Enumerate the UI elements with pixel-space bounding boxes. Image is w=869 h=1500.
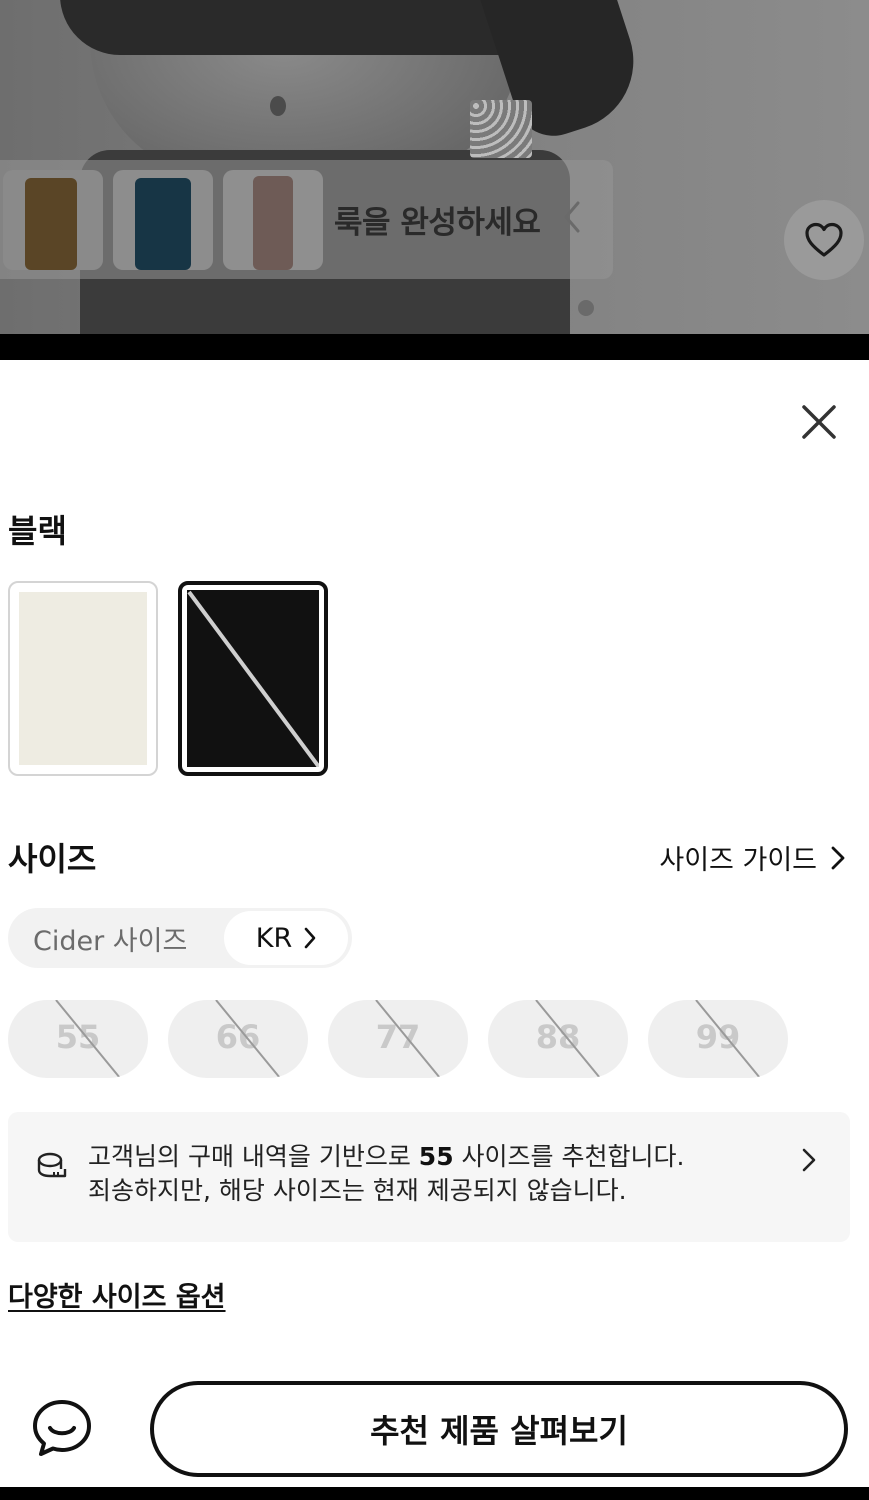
photo-studded-belt <box>470 100 532 158</box>
carousel-dot <box>578 300 594 316</box>
size-system-toggle[interactable]: Cider 사이즈 KR <box>8 908 352 968</box>
chat-button[interactable] <box>30 1396 94 1460</box>
size-chip-66[interactable]: 66 <box>168 1000 308 1078</box>
look-strip-title: 룩을 완성하세요 <box>334 205 541 241</box>
chat-icon <box>33 1400 91 1456</box>
rec-suffix: 사이즈를 추천합니다. <box>453 1142 685 1171</box>
size-section-title: 사이즈 <box>8 840 97 878</box>
chevron-left-icon[interactable] <box>562 200 582 240</box>
swatch-fill <box>19 592 147 765</box>
skirt-image <box>253 175 293 270</box>
swatch-fill <box>187 590 319 767</box>
recommended-size: 55 <box>418 1142 454 1171</box>
favorite-button[interactable] <box>784 200 864 280</box>
color-swatch-black[interactable] <box>178 581 328 776</box>
size-chip-99[interactable]: 99 <box>648 1000 788 1078</box>
size-guide-label: 사이즈 가이드 <box>659 845 817 876</box>
heart-icon <box>805 222 843 257</box>
color-swatch-ivory[interactable] <box>8 581 158 776</box>
chevron-right-icon <box>304 927 316 949</box>
product-photo[interactable]: 룩을 완성하세요 <box>0 0 869 334</box>
size-chip-55[interactable]: 55 <box>8 1000 148 1078</box>
pants-image <box>25 177 77 270</box>
unavailable-slash <box>695 1000 761 1078</box>
complete-the-look-strip[interactable]: 룩을 완성하세요 <box>0 160 613 279</box>
unavailable-slash <box>535 1000 601 1078</box>
size-chip-77[interactable]: 77 <box>328 1000 468 1078</box>
unavailable-slash <box>55 1000 121 1078</box>
size-system-value: KR <box>255 922 293 954</box>
close-icon <box>802 405 836 439</box>
unavailable-slash <box>375 1000 441 1078</box>
recommendation-line-2: 죄송하지만, 해당 사이즈는 현재 제공되지 않습니다. <box>88 1176 627 1205</box>
chevron-right-icon <box>831 846 845 869</box>
jeans-image <box>135 177 191 270</box>
look-thumbnail[interactable] <box>3 169 103 270</box>
size-chip-88[interactable]: 88 <box>488 1000 628 1078</box>
look-thumbnail[interactable] <box>113 169 213 270</box>
measuring-tape-icon <box>37 1152 67 1178</box>
size-system-label: Cider 사이즈 <box>33 925 188 957</box>
size-system-selector[interactable]: KR <box>224 911 348 965</box>
close-button[interactable] <box>795 398 843 446</box>
rec-prefix: 고객님의 구매 내역을 기반으로 <box>88 1142 419 1171</box>
sold-out-slash <box>187 590 319 767</box>
unavailable-slash <box>215 1000 281 1078</box>
option-bottom-sheet: 블랙 사이즈 사이즈 가이드 Cider 사이즈 KR 55 66 77 88 <box>0 360 869 1487</box>
chevron-right-icon <box>802 1148 816 1172</box>
size-recommendation-banner[interactable]: 고객님의 구매 내역을 기반으로 55 사이즈를 추천합니다. 죄송하지만, 해… <box>8 1112 850 1242</box>
browse-recommended-button[interactable]: 추천 제품 살펴보기 <box>150 1381 848 1477</box>
look-thumbnail[interactable] <box>223 169 323 270</box>
size-options-link[interactable]: 다양한 사이즈 옵션 <box>8 1275 226 1314</box>
selected-color-label: 블랙 <box>8 512 67 550</box>
recommendation-text: 고객님의 구매 내역을 기반으로 55 사이즈를 추천합니다. 죄송하지만, 해… <box>88 1140 768 1208</box>
photo-detail <box>270 96 286 116</box>
recommendation-line-1: 고객님의 구매 내역을 기반으로 55 사이즈를 추천합니다. <box>88 1140 768 1174</box>
size-guide-link[interactable]: 사이즈 가이드 <box>659 838 845 877</box>
